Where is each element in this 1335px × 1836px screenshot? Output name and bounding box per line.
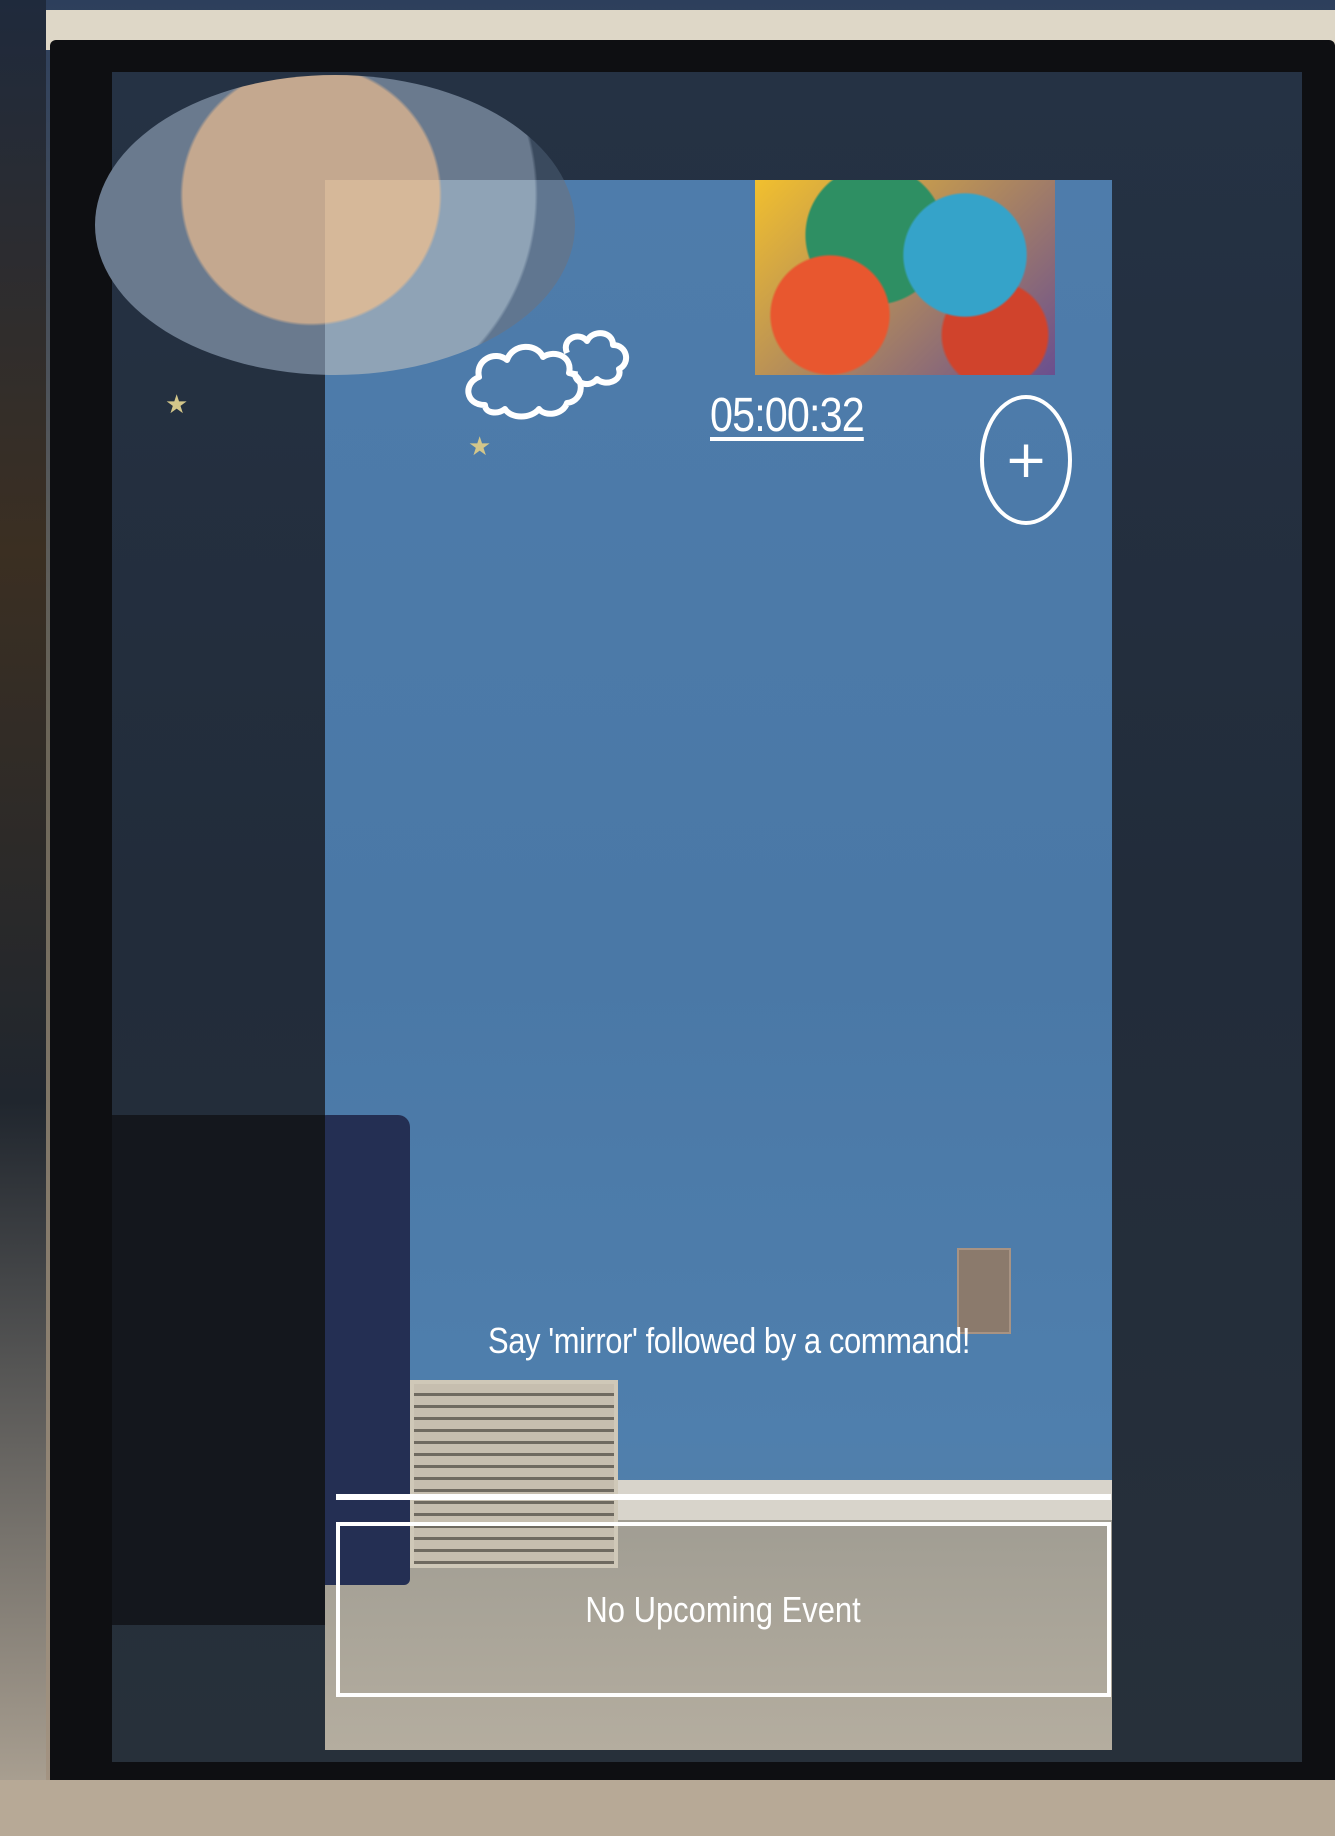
upcoming-event-text: No Upcoming Event — [585, 1588, 862, 1630]
room-background-left — [0, 0, 46, 1836]
vase-reflection — [325, 1115, 410, 1585]
dark-furniture-reflection — [112, 1115, 325, 1625]
painting-reflection — [755, 180, 1055, 375]
clock-time: 05:00:32 — [710, 389, 865, 442]
event-panel-divider — [336, 1494, 1111, 1500]
add-widget-button[interactable]: + — [980, 395, 1072, 525]
star-decoration-icon: ★ — [165, 390, 189, 420]
plus-icon: + — [1004, 430, 1048, 490]
smart-mirror-photo: ★ ★ 05:00:32 + Say 'mirror' followed by … — [0, 0, 1335, 1836]
voice-command-hint: Say 'mirror' followed by a command! — [488, 1320, 970, 1361]
baseboard-reflection — [605, 1480, 1112, 1520]
floor — [0, 1780, 1335, 1836]
upcoming-event-panel[interactable]: No Upcoming Event — [336, 1522, 1111, 1697]
cloudy-weather-icon — [455, 305, 645, 455]
